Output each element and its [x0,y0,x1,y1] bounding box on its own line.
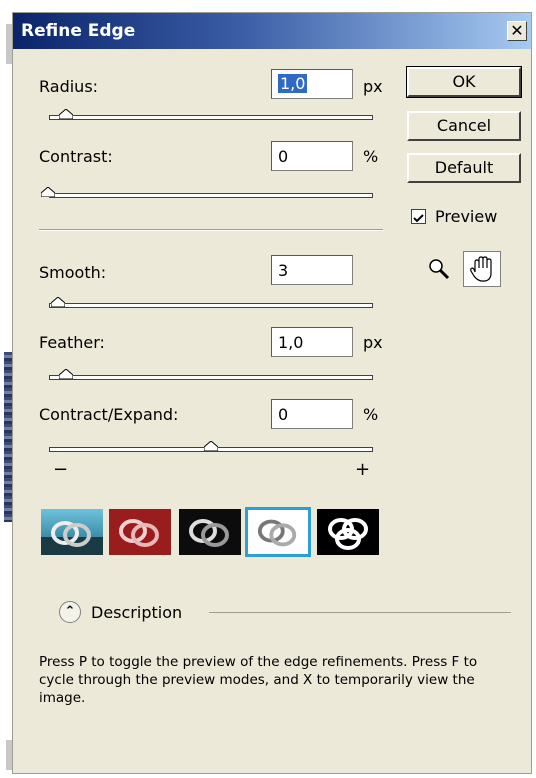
feather-slider-track[interactable] [49,375,373,380]
description-rule [209,612,511,613]
smooth-slider-track[interactable] [49,303,373,308]
minus-sign: − [53,459,69,480]
radius-slider-track[interactable] [49,115,373,120]
rings-icon [328,518,368,550]
contrast-input[interactable] [271,141,353,171]
description-toggle-button[interactable]: ⌃ [59,601,81,623]
feather-label: Feather: [39,333,105,352]
default-button[interactable]: Default [407,153,521,183]
feather-unit: px [363,333,383,352]
feather-input[interactable] [271,327,353,357]
close-icon: ✕ [510,21,524,40]
description-heading: Description [91,603,183,622]
radius-slider-thumb[interactable] [59,109,73,119]
on-black-mode-button[interactable] [179,509,241,555]
contrast-slider-thumb[interactable] [41,187,55,197]
refine-edge-dialog: Refine Edge ✕ Radius: 1,0 px Contrast: %… [12,12,532,774]
radius-value: 1,0 [278,74,308,93]
rings-icon [189,519,229,547]
background-window-edge [0,0,12,778]
close-button[interactable]: ✕ [507,21,527,41]
smooth-slider-thumb[interactable] [51,297,65,307]
ok-button[interactable]: OK [406,66,522,98]
hand-tool-icon [470,256,492,282]
zoom-tool-icon[interactable] [427,257,451,281]
contrast-slider-track[interactable] [49,193,373,198]
plus-sign: + [355,459,371,480]
preview-checkbox[interactable] [411,209,426,224]
radius-label: Radius: [39,77,99,96]
dialog-title: Refine Edge [21,21,136,41]
contract-expand-slider-thumb[interactable] [204,441,218,451]
cancel-button[interactable]: Cancel [407,111,521,141]
checkmark-icon [413,214,424,223]
contrast-label: Contrast: [39,147,113,166]
contract-expand-label: Contract/Expand: [39,405,179,424]
mask-mode-button[interactable] [317,509,379,555]
rings-icon [41,521,103,555]
chevron-up-icon: ⌃ [64,604,76,619]
feather-slider-thumb[interactable] [59,369,73,379]
rings-icon [257,519,297,547]
preview-label: Preview [435,207,498,226]
contrast-unit: % [363,147,379,166]
smooth-input[interactable] [271,255,353,285]
standard-mode-button[interactable] [41,509,103,555]
contract-expand-unit: % [363,405,379,424]
contract-expand-input[interactable] [271,399,353,429]
rings-icon [119,519,159,547]
title-bar[interactable]: Refine Edge ✕ [13,13,531,49]
hand-tool-button[interactable] [463,251,501,287]
background-image-strip [4,352,12,522]
radius-input[interactable]: 1,0 [271,69,353,99]
description-text: Press P to toggle the preview of the edg… [39,654,478,706]
smooth-label: Smooth: [39,263,107,282]
quick-mask-mode-button[interactable] [109,509,171,555]
radius-unit: px [363,77,383,96]
section-divider [39,229,383,231]
on-white-mode-button[interactable] [245,507,311,557]
